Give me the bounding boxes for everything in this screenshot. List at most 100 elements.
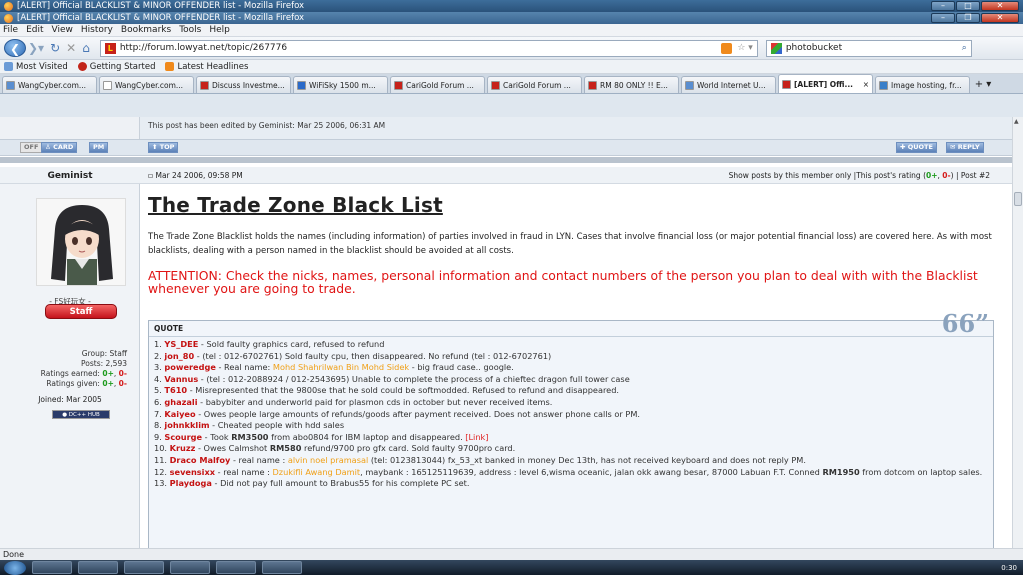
address-url: http://forum.lowyat.net/topic/267776 [119, 43, 288, 53]
taskbar-item[interactable] [216, 561, 256, 574]
quotation-mark-icon: 66” [941, 309, 989, 338]
tab-label: WangCyber.com... [18, 80, 87, 90]
forward-button[interactable]: ❯▾ [28, 41, 44, 55]
list-item: 6. ghazali - babybiter and underworld pa… [154, 397, 988, 409]
avatar[interactable] [36, 198, 126, 286]
rss-icon[interactable] [721, 42, 733, 54]
entry-text: refund/9700 pro gfx card. Sold faulty 97… [301, 443, 516, 454]
entry-prefix: - Real name: [215, 362, 273, 373]
site-favicon-icon: L [104, 42, 116, 54]
entry-text: from abo0804 for IBM laptop and disappea… [268, 431, 466, 442]
reply-button[interactable]: ✉ REPLY [946, 142, 984, 153]
close-icon[interactable]: ✕ [981, 1, 1019, 11]
minimize-icon[interactable]: – [931, 1, 955, 11]
entry-nick: johnkklim [164, 420, 210, 431]
scroll-thumb[interactable] [1014, 192, 1022, 206]
entry-link[interactable]: [Link] [465, 432, 488, 442]
menu-tools[interactable]: Tools [179, 25, 201, 35]
entry-nick: jon_80 [164, 350, 195, 361]
entry-text: - babybiter and underworld paid for plas… [197, 396, 553, 407]
tab-favicon-icon [588, 80, 597, 90]
tab-favicon-icon [879, 80, 888, 90]
vertical-scrollbar[interactable]: ▲ [1012, 117, 1023, 548]
taskbar-item[interactable] [262, 561, 302, 574]
menu-bar: File Edit View History Bookmarks Tools H… [0, 24, 1023, 37]
back-button[interactable]: ❮ [4, 39, 26, 57]
tab-4[interactable]: CariGold Forum ... [390, 76, 485, 93]
minimize-icon[interactable]: – [931, 13, 955, 23]
close-icon[interactable]: ✕ [981, 13, 1019, 23]
tab-6[interactable]: RM 80 ONLY !! E... [584, 76, 679, 93]
address-bar[interactable]: L http://forum.lowyat.net/topic/267776 ☆… [99, 39, 758, 57]
bookmark-latest-headlines[interactable]: Latest Headlines [165, 62, 248, 72]
start-button[interactable] [4, 560, 26, 575]
entry-tail: from dotcom on laptop sales. [859, 466, 983, 477]
menu-edit[interactable]: Edit [26, 25, 43, 35]
ratings-given-label: Ratings given: [46, 379, 103, 388]
taskbar-item[interactable] [78, 561, 118, 574]
stop-icon[interactable]: ✕ [66, 41, 76, 55]
tab-5[interactable]: CariGold Forum ... [487, 76, 582, 93]
menu-bookmarks[interactable]: Bookmarks [121, 25, 171, 35]
list-item: 12. sevensixx - real name : Dzukifli Awa… [154, 467, 988, 479]
tab-9[interactable]: Image hosting, fr... [875, 76, 970, 93]
tab-2[interactable]: Discuss Investme... [196, 76, 291, 93]
list-item: 11. Draco Malfoy - real name : alvin noe… [154, 455, 988, 467]
meta-suffix[interactable]: ) | Post #2 [951, 171, 990, 180]
menu-view[interactable]: View [52, 25, 73, 35]
restore-icon[interactable]: ❐ [956, 13, 980, 23]
list-item: 3. poweredge - Real name: Mohd Shahrilwa… [154, 362, 988, 374]
ratings-earned-negative: 0- [118, 369, 127, 378]
taskbar-item[interactable] [170, 561, 210, 574]
reply-label: REPLY [957, 143, 980, 151]
bookmarks-toolbar: Most Visited Getting Started Latest Head… [0, 60, 1023, 74]
quote-label-text: QUOTE [154, 324, 184, 333]
tab-8[interactable]: [ALERT] Offi... × [778, 74, 873, 93]
reload-icon[interactable]: ↻ [50, 41, 60, 55]
search-engine-icon[interactable] [770, 42, 782, 54]
post-meta[interactable]: Show posts by this member only |This pos… [729, 171, 990, 180]
list-item: 1. YS_DEE - Sold faulty graphics card, r… [154, 339, 988, 351]
entry-text: - Sold faulty graphics card, refused to … [198, 339, 385, 349]
meta-prefix[interactable]: Show posts by this member only |This pos… [729, 171, 926, 180]
entry-number: 2. [154, 350, 162, 361]
quote-block: QUOTE 66” 1. YS_DEE - Sold faulty graphi… [148, 312, 994, 548]
bookmark-most-visited[interactable]: Most Visited [4, 62, 68, 72]
post-title: The Trade Zone Black List [148, 193, 443, 217]
tab-label: [ALERT] Offi... [794, 79, 854, 89]
tab-7[interactable]: World Internet U... [681, 76, 776, 93]
card-button[interactable]: ♙ CARD [41, 142, 78, 153]
entry-number: 12. [154, 466, 168, 477]
search-icon[interactable]: ⌕ [962, 43, 967, 53]
quote-button[interactable]: ✚ QUOTE [896, 142, 937, 153]
search-input[interactable]: photobucket [786, 43, 842, 53]
post-action-row: OFF ♙ CARD PM ⬆ TOP ✚ QUOTE ✉ REPLY [0, 139, 1012, 156]
menu-help[interactable]: Help [209, 25, 230, 35]
maximize-icon[interactable]: □ [956, 1, 980, 11]
tab-0[interactable]: WangCyber.com... [2, 76, 97, 93]
user-posts: Posts: 2,593 [81, 359, 127, 368]
taskbar-item[interactable] [124, 561, 164, 574]
menu-history[interactable]: History [81, 25, 113, 35]
pm-button[interactable]: PM [89, 142, 109, 153]
entry-number: 6. [154, 396, 162, 407]
tab-1[interactable]: WangCyber.com... [99, 76, 194, 93]
status-bar: Done [0, 548, 1023, 560]
off-button[interactable]: OFF [20, 142, 43, 153]
post-username[interactable]: Geminist [0, 171, 140, 181]
home-icon[interactable]: ⌂ [82, 41, 90, 55]
top-button[interactable]: ⬆ TOP [148, 142, 179, 153]
tab-close-icon[interactable]: × [860, 80, 869, 89]
tab-3[interactable]: WiFiSky 1500 m... [293, 76, 388, 93]
dc-hub-badge[interactable]: ● DC++ HUB [52, 410, 110, 419]
menu-file[interactable]: File [3, 25, 18, 35]
search-bar[interactable]: photobucket ⌕ [765, 39, 972, 57]
taskbar-item[interactable] [32, 561, 72, 574]
bookmark-getting-started[interactable]: Getting Started [77, 62, 155, 72]
tab-label: CariGold Forum ... [406, 80, 474, 90]
tab-scroll-right-icon[interactable]: + ▾ [974, 76, 992, 93]
scroll-up-icon[interactable]: ▲ [1014, 118, 1019, 125]
bookmark-star-icon[interactable]: ☆ ▾ [737, 43, 752, 53]
entry-text: - Misrepresented that the 9800se that he… [187, 385, 619, 396]
user-joined: Joined: Mar 2005 [38, 395, 102, 404]
